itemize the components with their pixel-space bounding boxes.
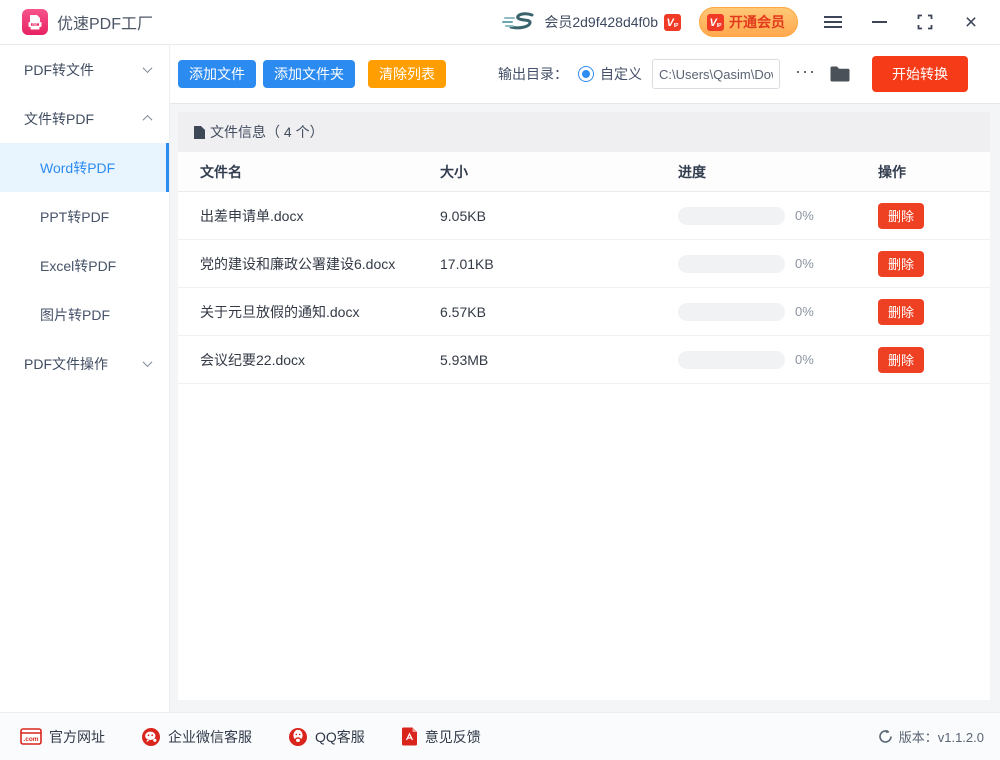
- progress-bar: [678, 351, 785, 369]
- refresh-icon[interactable]: [878, 729, 893, 744]
- minimize-icon: [872, 21, 887, 23]
- version-info: 版本：v1.1.2.0: [878, 727, 984, 746]
- member-id-label: 会员2d9f428d4f0b: [544, 12, 658, 32]
- table-row: 会议纪要22.docx 5.93MB 0% 删除: [178, 336, 990, 384]
- file-size: 17.01KB: [440, 256, 678, 272]
- close-button[interactable]: ×: [960, 11, 982, 33]
- vip-badge-icon: VIP: [664, 14, 681, 31]
- app-logo-icon: PDF: [22, 9, 48, 35]
- delete-button[interactable]: 删除: [878, 251, 924, 277]
- open-folder-button[interactable]: [829, 65, 851, 83]
- file-size: 9.05KB: [440, 208, 678, 224]
- file-size: 6.57KB: [440, 304, 678, 320]
- output-path-input[interactable]: [652, 59, 780, 89]
- hamburger-icon: [824, 16, 842, 28]
- folder-icon: [829, 65, 851, 83]
- progress-percent: 0%: [795, 208, 814, 223]
- clear-list-button[interactable]: 清除列表: [368, 60, 446, 88]
- feedback-link[interactable]: 意见反馈: [401, 727, 481, 747]
- progress-bar: [678, 255, 785, 273]
- sidebar: PDF转文件 文件转PDF Word转PDF PPT转PDF Excel转PDF…: [0, 45, 170, 712]
- delete-button[interactable]: 删除: [878, 203, 924, 229]
- column-header-progress: 进度: [678, 162, 878, 182]
- custom-dir-radio-label: 自定义: [600, 64, 642, 84]
- table-row: 出差申请单.docx 9.05KB 0% 删除: [178, 192, 990, 240]
- file-name: 会议纪要22.docx: [200, 350, 440, 370]
- sidebar-item-word-to-pdf[interactable]: Word转PDF: [0, 143, 169, 192]
- progress-bar: [678, 303, 785, 321]
- file-name: 出差申请单.docx: [200, 206, 440, 226]
- sidebar-group-pdf-to-file[interactable]: PDF转文件: [0, 45, 169, 94]
- title-bar: PDF 优速PDF工厂 会员2d9f428d4f0b VIP VIP 开通会员: [0, 0, 1000, 45]
- file-name: 党的建设和廉政公署建设6.docx: [200, 254, 440, 274]
- sidebar-item-excel-to-pdf[interactable]: Excel转PDF: [0, 241, 169, 290]
- delete-button[interactable]: 删除: [878, 299, 924, 325]
- chevron-down-icon: [143, 63, 153, 73]
- add-file-button[interactable]: 添加文件: [178, 60, 256, 88]
- start-convert-button[interactable]: 开始转换: [872, 56, 968, 92]
- progress-percent: 0%: [795, 256, 814, 271]
- official-website-link[interactable]: .com 官方网址: [20, 727, 105, 747]
- file-name: 关于元旦放假的通知.docx: [200, 302, 440, 322]
- main-area: 添加文件 添加文件夹 清除列表 输出目录： 自定义 ··· 开始转换: [170, 45, 1000, 712]
- website-icon: .com: [20, 728, 42, 745]
- footer-bar: .com 官方网址 企业微信客服 QQ: [0, 712, 1000, 760]
- toolbar: 添加文件 添加文件夹 清除列表 输出目录： 自定义 ··· 开始转换: [170, 45, 1000, 104]
- menu-button[interactable]: [822, 11, 844, 33]
- sidebar-item-ppt-to-pdf[interactable]: PPT转PDF: [0, 192, 169, 241]
- table-row: 党的建设和廉政公署建设6.docx 17.01KB 0% 删除: [178, 240, 990, 288]
- chevron-down-icon: [143, 357, 153, 367]
- add-folder-button[interactable]: 添加文件夹: [263, 60, 355, 88]
- qq-icon: [288, 727, 308, 747]
- column-header-size: 大小: [440, 162, 678, 182]
- file-info-header: 文件信息（ 4 个）: [178, 112, 990, 152]
- custom-dir-radio[interactable]: [578, 66, 594, 82]
- progress-percent: 0%: [795, 304, 814, 319]
- progress-percent: 0%: [795, 352, 814, 367]
- wechat-support-link[interactable]: 企业微信客服: [141, 727, 252, 747]
- file-icon: [193, 125, 206, 140]
- feedback-icon: [401, 727, 418, 746]
- wechat-icon: [141, 727, 161, 747]
- file-list-panel: 文件信息（ 4 个） 文件名 大小 进度 操作 出差申请单.docx 9.05K…: [178, 112, 990, 700]
- table-row: 关于元旦放假的通知.docx 6.57KB 0% 删除: [178, 288, 990, 336]
- close-icon: ×: [965, 12, 977, 33]
- sidebar-group-pdf-operations[interactable]: PDF文件操作: [0, 339, 169, 388]
- progress-bar: [678, 207, 785, 225]
- open-membership-button[interactable]: VIP 开通会员: [699, 7, 798, 37]
- chevron-up-icon: [143, 115, 153, 125]
- delete-button[interactable]: 删除: [878, 347, 924, 373]
- version-label: 版本：v1.1.2.0: [899, 727, 984, 746]
- app-title: 优速PDF工厂: [57, 10, 153, 34]
- svg-text:PDF: PDF: [32, 22, 38, 26]
- file-size: 5.93MB: [440, 352, 678, 368]
- maximize-button[interactable]: [914, 11, 936, 33]
- member-avatar-icon: [502, 10, 536, 34]
- qq-support-link[interactable]: QQ客服: [288, 727, 365, 747]
- sidebar-group-file-to-pdf[interactable]: 文件转PDF: [0, 94, 169, 143]
- browse-more-button[interactable]: ···: [792, 62, 819, 86]
- column-header-filename: 文件名: [200, 162, 440, 182]
- svg-text:.com: .com: [23, 736, 38, 743]
- maximize-icon: [917, 14, 933, 30]
- sidebar-item-image-to-pdf[interactable]: 图片转PDF: [0, 290, 169, 339]
- table-header-row: 文件名 大小 进度 操作: [178, 152, 990, 192]
- app-window: PDF 优速PDF工厂 会员2d9f428d4f0b VIP VIP 开通会员: [0, 0, 1000, 760]
- minimize-button[interactable]: [868, 11, 890, 33]
- vip-badge-icon: VIP: [707, 14, 724, 31]
- column-header-action: 操作: [878, 162, 990, 182]
- output-dir-label: 输出目录：: [498, 64, 568, 84]
